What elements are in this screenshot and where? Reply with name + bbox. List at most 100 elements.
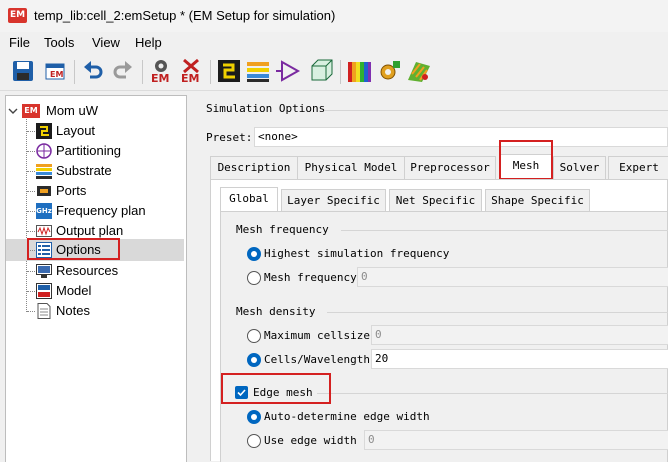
max-cellsize-label: Maximum cellsize xyxy=(264,329,370,342)
auto-edge-width-radio[interactable] xyxy=(247,410,261,424)
tree-item-label: Frequency plan xyxy=(56,203,146,218)
mesh-frequency-title: Mesh frequency xyxy=(236,223,329,236)
substrate-icon xyxy=(36,164,52,179)
gear-optimize-icon[interactable] xyxy=(376,58,402,84)
tree-item-layout[interactable]: Layout xyxy=(6,121,184,141)
toolbar-separator xyxy=(142,60,143,84)
section-divider xyxy=(324,110,668,111)
tree-guide xyxy=(27,211,35,212)
tree-root-label: Mom uW xyxy=(46,103,98,118)
highlight-box xyxy=(499,140,553,180)
highest-frequency-label: Highest simulation frequency xyxy=(264,247,450,260)
menu-help[interactable]: Help xyxy=(135,35,162,50)
mesh-tab-content: Global Layer Specific Net Specific Shape… xyxy=(210,179,668,462)
tree-guide xyxy=(27,131,35,132)
undo-icon[interactable] xyxy=(80,58,106,84)
ghz-icon: GHz xyxy=(36,203,52,219)
edge-width-input[interactable]: 0 xyxy=(364,430,668,450)
tree-guide xyxy=(27,291,35,292)
group-divider xyxy=(317,393,668,394)
mesh-frequency-radio[interactable] xyxy=(247,271,261,285)
cells-wavelength-radio[interactable] xyxy=(247,353,261,367)
layout-icon[interactable] xyxy=(216,58,242,84)
tab-physical-model[interactable]: Physical Model xyxy=(297,156,405,179)
tree-item-label: Resources xyxy=(56,263,119,278)
menu-tools[interactable]: Tools xyxy=(44,35,74,50)
tree-item-partitioning[interactable]: Partitioning xyxy=(6,141,184,161)
subtab-global[interactable]: Global xyxy=(220,187,278,212)
group-divider xyxy=(341,230,668,231)
highest-frequency-radio[interactable] xyxy=(247,247,261,261)
tab-expert[interactable]: Expert xyxy=(608,156,668,179)
subtab-net-specific[interactable]: Net Specific xyxy=(389,189,482,212)
preset-label: Preset: xyxy=(206,131,253,144)
toolbar-separator xyxy=(340,60,341,84)
use-edge-width-radio[interactable] xyxy=(247,434,261,448)
tree-guide xyxy=(27,191,35,192)
tab-description[interactable]: Description xyxy=(210,156,298,179)
menu-bar: File Tools View Help xyxy=(0,32,668,54)
max-cellsize-radio[interactable] xyxy=(247,329,261,343)
tree-item-label: Output plan xyxy=(56,223,124,238)
toolbar: EM EM EM xyxy=(0,54,668,91)
subtab-shape-specific[interactable]: Shape Specific xyxy=(485,189,590,212)
toolbar-separator xyxy=(74,60,75,84)
tree-guide xyxy=(27,231,35,232)
tab-solver[interactable]: Solver xyxy=(553,156,606,179)
tree-item-ports[interactable]: Ports xyxy=(6,181,184,201)
highlight-box xyxy=(27,238,120,260)
max-cellsize-input[interactable]: 0 xyxy=(371,325,668,345)
global-subtab-content: Mesh frequency Highest simulation freque… xyxy=(220,211,668,462)
em-export-icon[interactable]: EM xyxy=(42,58,68,84)
svg-text:EM: EM xyxy=(151,72,169,84)
tab-preprocessor[interactable]: Preprocessor xyxy=(404,156,496,179)
tree-guide xyxy=(27,171,35,172)
svg-text:EM: EM xyxy=(181,72,199,84)
cells-wavelength-input[interactable]: 20 xyxy=(371,349,668,369)
tree-root[interactable]: EM Mom uW xyxy=(6,101,184,121)
tree-item-substrate[interactable]: Substrate xyxy=(6,161,184,181)
title-bar: EM temp_lib:cell_2:emSetup * (EM Setup f… xyxy=(0,0,668,32)
field-plot-icon[interactable] xyxy=(406,58,432,84)
tree-guide xyxy=(27,271,35,272)
tree-item-resources[interactable]: Resources xyxy=(6,261,184,281)
highlight-box xyxy=(221,373,331,404)
window-title: temp_lib:cell_2:emSetup * (EM Setup for … xyxy=(34,8,336,23)
tree-item-label: Model xyxy=(56,283,92,298)
save-icon[interactable] xyxy=(10,58,36,84)
tree-item-frequency-plan[interactable]: GHz Frequency plan xyxy=(6,201,184,221)
cells-wavelength-label: Cells/Wavelength xyxy=(264,353,370,366)
partitioning-icon xyxy=(36,143,52,159)
section-title: Simulation Options xyxy=(206,102,326,115)
auto-edge-width-label: Auto-determine edge width xyxy=(264,410,430,423)
tree-item-notes[interactable]: Notes xyxy=(6,301,184,321)
port-icon[interactable] xyxy=(276,58,302,84)
use-edge-width-label: Use edge width xyxy=(264,434,357,447)
toolbar-separator xyxy=(210,60,211,84)
tree-item-model[interactable]: Model xyxy=(6,281,184,301)
mesh-frequency-input[interactable]: 0 xyxy=(357,267,668,287)
subtab-layer-specific[interactable]: Layer Specific xyxy=(281,189,386,212)
setup-tree: EM Mom uW Layout Partitioning Substrate … xyxy=(5,95,187,462)
menu-view[interactable]: View xyxy=(92,35,120,50)
em-stop-icon[interactable]: EM xyxy=(178,58,204,84)
em-simulate-icon[interactable]: EM xyxy=(148,58,174,84)
box-icon[interactable] xyxy=(308,58,334,84)
tree-guide xyxy=(27,151,35,152)
app-icon: EM xyxy=(8,8,27,23)
menu-file[interactable]: File xyxy=(9,35,30,50)
tree-item-label: Substrate xyxy=(56,163,112,178)
substrate-icon[interactable] xyxy=(246,58,272,84)
model-icon xyxy=(36,283,52,299)
tree-item-label: Layout xyxy=(56,123,96,138)
layout-icon xyxy=(36,123,52,139)
redo-icon[interactable] xyxy=(110,58,136,84)
preset-select[interactable]: <none> xyxy=(254,127,668,147)
mesh-density-title: Mesh density xyxy=(236,305,316,318)
spectrum-icon[interactable] xyxy=(346,58,372,84)
tree-item-label: Ports xyxy=(56,183,87,198)
tree-guide xyxy=(27,311,35,312)
resources-icon xyxy=(36,264,52,278)
mesh-frequency-label: Mesh frequency xyxy=(264,271,357,284)
group-divider xyxy=(327,312,668,313)
